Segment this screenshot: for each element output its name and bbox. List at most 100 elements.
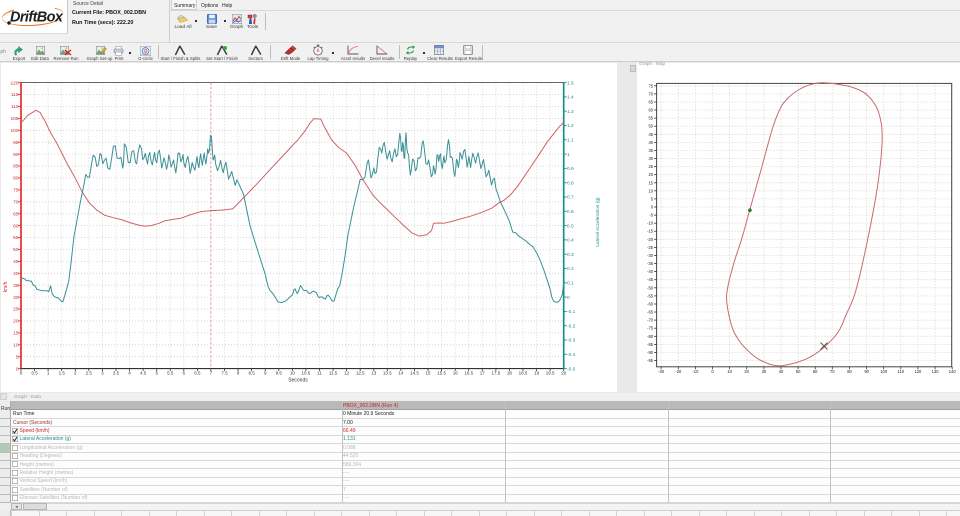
svg-text:50: 50: [649, 124, 654, 129]
svg-text:-35: -35: [647, 261, 654, 266]
svg-text:15: 15: [425, 371, 431, 376]
svg-text:10: 10: [727, 369, 732, 374]
svg-text:2.5: 2.5: [86, 371, 93, 376]
svg-text:-70: -70: [647, 318, 654, 323]
svg-text:Seconds: Seconds: [288, 378, 308, 384]
svg-text:-60: -60: [647, 302, 654, 307]
svg-text:11: 11: [317, 371, 322, 376]
svg-text:-40: -40: [647, 269, 654, 274]
svg-text:60: 60: [649, 108, 654, 113]
svg-text:-5: -5: [649, 213, 653, 218]
svg-text:18.5: 18.5: [519, 371, 528, 376]
svg-text:-30: -30: [658, 369, 665, 374]
svg-text:12: 12: [344, 371, 350, 376]
svg-text:1.4: 1.4: [567, 95, 574, 101]
svg-text:20: 20: [561, 371, 567, 376]
svg-text:9.5: 9.5: [276, 371, 283, 376]
svg-text:-95: -95: [647, 358, 654, 363]
svg-text:13: 13: [371, 371, 377, 376]
svg-text:6.5: 6.5: [194, 371, 201, 376]
svg-text:105: 105: [10, 116, 18, 122]
svg-text:1.2: 1.2: [567, 123, 574, 129]
svg-text:-0.3: -0.3: [567, 338, 576, 344]
svg-text:10: 10: [290, 371, 296, 376]
svg-text:30: 30: [13, 295, 19, 301]
svg-text:35: 35: [13, 283, 19, 289]
svg-text:8.5: 8.5: [248, 371, 255, 376]
svg-text:-20: -20: [675, 369, 682, 374]
svg-text:5: 5: [16, 354, 19, 360]
svg-text:-0.4: -0.4: [567, 352, 576, 358]
svg-text:19.5: 19.5: [546, 371, 555, 376]
svg-text:120: 120: [10, 80, 18, 86]
svg-text:50: 50: [796, 369, 801, 374]
svg-text:Lateral Acceleration (g): Lateral Acceleration (g): [595, 197, 601, 247]
svg-text:0.5: 0.5: [31, 371, 38, 376]
svg-text:0.7: 0.7: [567, 195, 574, 201]
svg-text:25: 25: [13, 307, 19, 313]
svg-text:0.5: 0.5: [567, 223, 574, 229]
svg-text:30: 30: [649, 156, 654, 161]
svg-text:-75: -75: [647, 326, 654, 331]
svg-text:1.5: 1.5: [567, 80, 574, 86]
svg-text:20: 20: [13, 319, 19, 325]
svg-text:-30: -30: [647, 253, 654, 258]
svg-text:-15: -15: [647, 229, 654, 234]
svg-text:-20: -20: [647, 237, 654, 242]
svg-text:-65: -65: [647, 310, 654, 315]
svg-text:20: 20: [649, 172, 654, 177]
svg-text:km/h: km/h: [3, 281, 9, 292]
svg-text:85: 85: [13, 164, 19, 170]
svg-text:-85: -85: [647, 342, 654, 347]
svg-text:1.3: 1.3: [567, 109, 574, 115]
svg-text:19: 19: [534, 371, 540, 376]
svg-text:6: 6: [183, 371, 186, 376]
svg-text:115: 115: [11, 92, 19, 98]
svg-text:25: 25: [649, 164, 654, 169]
svg-text:0: 0: [567, 295, 570, 301]
svg-text:16: 16: [453, 371, 459, 376]
svg-text:70: 70: [649, 91, 654, 96]
svg-text:-10: -10: [692, 369, 699, 374]
svg-text:65: 65: [13, 211, 19, 217]
svg-text:5: 5: [651, 196, 654, 201]
svg-text:80: 80: [13, 176, 19, 182]
svg-text:8: 8: [237, 371, 240, 376]
svg-text:60: 60: [813, 369, 818, 374]
svg-text:90: 90: [13, 152, 19, 158]
svg-text:50: 50: [13, 247, 19, 253]
svg-text:95: 95: [13, 140, 19, 146]
svg-text:7: 7: [210, 371, 213, 376]
svg-text:15: 15: [649, 180, 654, 185]
svg-text:-0.5: -0.5: [567, 366, 576, 372]
svg-text:4.5: 4.5: [140, 371, 147, 376]
svg-text:80: 80: [847, 369, 852, 374]
svg-text:1.5: 1.5: [59, 371, 66, 376]
svg-text:15: 15: [13, 331, 19, 337]
svg-text:-25: -25: [647, 245, 654, 250]
svg-text:1: 1: [47, 371, 50, 376]
svg-text:90: 90: [864, 369, 869, 374]
svg-text:11.5: 11.5: [329, 371, 338, 376]
svg-text:30: 30: [762, 369, 767, 374]
svg-text:-55: -55: [647, 293, 654, 298]
svg-text:0: 0: [651, 205, 654, 210]
svg-text:40: 40: [649, 140, 654, 145]
svg-text:0.4: 0.4: [567, 238, 574, 244]
svg-text:0: 0: [711, 369, 714, 374]
svg-text:100: 100: [880, 369, 888, 374]
svg-text:0: 0: [16, 366, 19, 372]
svg-text:0.2: 0.2: [567, 266, 574, 272]
svg-text:17: 17: [480, 371, 486, 376]
svg-text:-80: -80: [647, 334, 654, 339]
svg-text:0.3: 0.3: [567, 252, 574, 258]
svg-text:10: 10: [649, 188, 654, 193]
svg-text:3: 3: [101, 371, 104, 376]
svg-text:55: 55: [13, 235, 19, 241]
svg-text:65: 65: [649, 100, 654, 105]
svg-text:3.5: 3.5: [113, 371, 120, 376]
svg-text:14: 14: [398, 371, 404, 376]
svg-text:20: 20: [744, 369, 749, 374]
svg-text:17.5: 17.5: [492, 371, 501, 376]
svg-text:45: 45: [649, 132, 654, 137]
